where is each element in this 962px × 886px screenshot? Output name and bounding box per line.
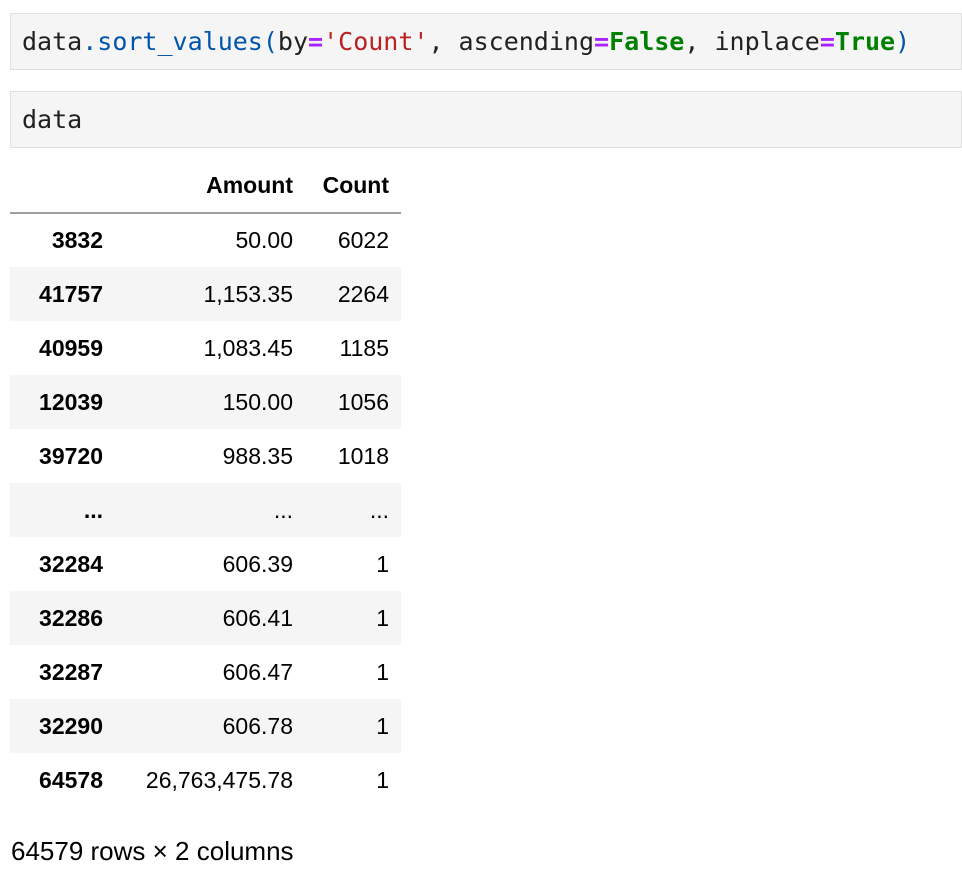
cell-amount: 50.00 xyxy=(235,227,293,253)
code-token: False xyxy=(609,27,685,56)
table-row: 32290 606.78 1 xyxy=(10,699,401,753)
cell-amount: 150.00 xyxy=(222,388,293,415)
code-token: by xyxy=(277,27,309,56)
cell-amount: 606.78 xyxy=(222,712,293,739)
cell-amount: 1,153.35 xyxy=(203,280,293,307)
cell-count: ... xyxy=(369,496,389,523)
code-token: sort_values xyxy=(97,27,263,56)
row-index: 39720 xyxy=(39,442,103,469)
cell-amount: ... xyxy=(273,496,293,523)
cell-count: 1018 xyxy=(337,442,389,469)
code-token: . xyxy=(82,27,98,56)
code-cell-data[interactable]: data xyxy=(10,91,962,148)
cell-amount: 988.35 xyxy=(222,442,293,469)
cell-count: 1 xyxy=(376,658,389,685)
cell-count: 2264 xyxy=(337,280,389,307)
table-row: 40959 1,083.45 1185 xyxy=(10,321,401,375)
row-index: 32287 xyxy=(39,658,103,685)
table-row: 39720 988.35 1018 xyxy=(10,429,401,483)
column-header-count: Count xyxy=(305,158,401,214)
code-token: data xyxy=(22,27,83,56)
table-row: 41757 1,153.35 2264 xyxy=(10,267,401,321)
row-index: 3832 xyxy=(51,227,103,253)
table-row: ......... xyxy=(10,483,401,537)
index-header xyxy=(10,158,115,214)
table-body: 3832 50.00 6022 41757 1,153.35 2264 40959 1,083… xyxy=(10,213,401,807)
row-index: 64578 xyxy=(39,766,103,793)
code-token: , ascending xyxy=(428,27,595,56)
dataframe-shape-label: 64579 rows × 2 columns xyxy=(11,836,294,866)
cell-count: 1 xyxy=(376,712,389,739)
table-row: 64578 26,763,475.78 1 xyxy=(10,753,401,807)
row-index: 32284 xyxy=(39,550,103,577)
column-header-amount: Amount xyxy=(115,158,305,214)
table-header-row: Amount Count xyxy=(10,158,401,214)
table-row: 32284 606.39 1 xyxy=(10,537,401,591)
table-row: 32287 606.47 1 xyxy=(10,645,401,699)
code-cell-sort[interactable]: data.sort_values(by='Count', ascending=F… xyxy=(10,13,962,70)
cell-amount: 606.39 xyxy=(222,550,293,577)
dataframe-table: Amount Count 3832 50.00 6022 41757 1,153.35 2… xyxy=(10,158,401,807)
code-token: ( xyxy=(262,27,278,56)
code-token: ) xyxy=(895,27,911,56)
table-row: 32286 606.41 1 xyxy=(10,591,401,645)
cell-count: 1 xyxy=(376,766,389,793)
cell-count: 1 xyxy=(376,550,389,577)
cell-amount: 606.41 xyxy=(222,604,293,631)
cell-amount: 1,083.45 xyxy=(203,334,293,361)
code-token: True xyxy=(834,27,896,56)
row-index: 32286 xyxy=(39,604,103,631)
code-token: = xyxy=(594,27,610,56)
cell-count: 1185 xyxy=(339,334,389,361)
code-token: = xyxy=(308,27,324,56)
code-token: 'Count' xyxy=(323,27,429,56)
cell-count: 6022 xyxy=(337,227,389,253)
row-index: 32290 xyxy=(39,712,103,739)
row-index: 40959 xyxy=(39,334,103,361)
table-row: 12039 150.00 1056 xyxy=(10,375,401,429)
code-token: data xyxy=(22,105,83,134)
cell-amount: 26,763,475.78 xyxy=(145,766,293,793)
cell-count: 1056 xyxy=(337,388,389,415)
table-row: 3832 50.00 6022 xyxy=(10,213,401,267)
row-index: 12039 xyxy=(39,388,103,415)
row-index: 41757 xyxy=(39,280,103,307)
code-token: , inplace xyxy=(684,27,820,56)
cell-count: 1 xyxy=(376,604,389,631)
cell-amount: 606.47 xyxy=(222,658,293,685)
row-index: ... xyxy=(83,496,103,523)
code-token: = xyxy=(819,27,835,56)
